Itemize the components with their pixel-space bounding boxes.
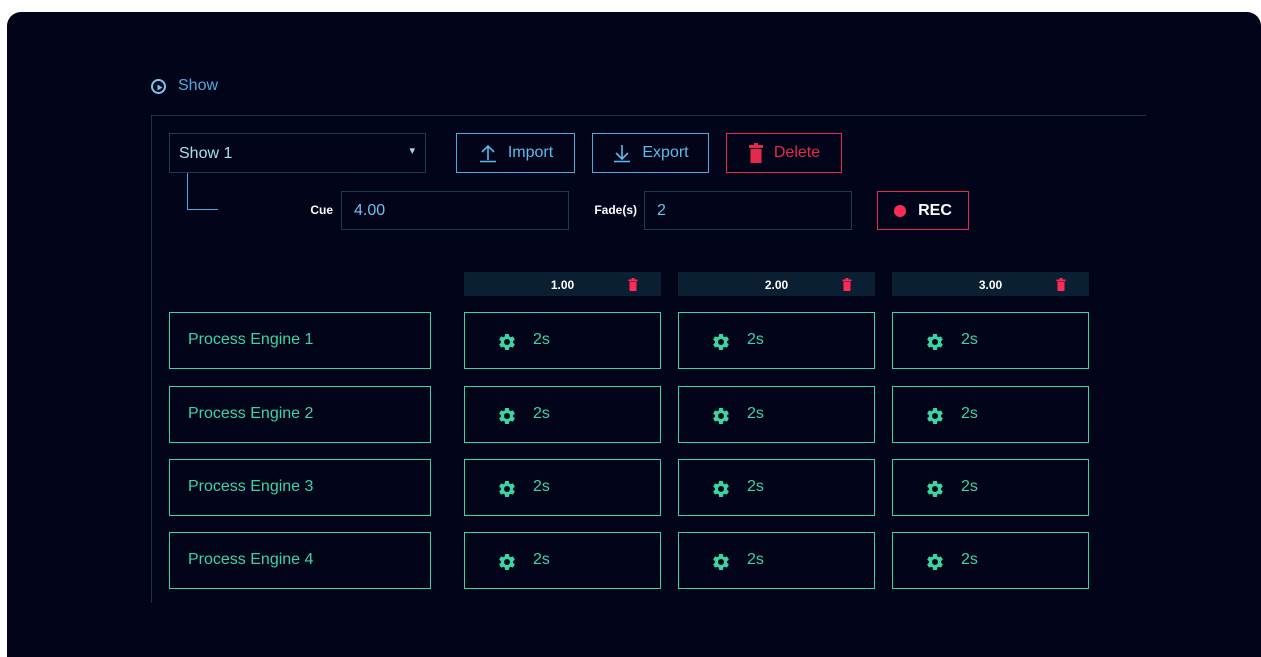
gear-icon [711,406,731,431]
engine-row-label[interactable]: Process Engine 2 [169,386,431,443]
gear-icon [497,406,517,431]
import-label: Import [507,144,554,161]
fade-time: 2s [961,551,978,568]
fade-time: 2s [961,478,978,495]
trash-icon[interactable] [842,278,852,291]
show-select[interactable]: Show 1 ▾ [169,133,426,173]
fade-label: Fade(s) [594,203,637,217]
gear-icon [497,479,517,504]
gear-icon [711,332,731,357]
engine-cue-cell[interactable]: 2s [892,459,1089,516]
engine-cue-cell[interactable]: 2s [892,386,1089,443]
cue-label: Cue [310,203,333,217]
engine-cue-cell[interactable]: 2s [678,312,875,369]
gear-icon [497,332,517,357]
fade-time: 2s [533,331,550,348]
fade-time: 2s [533,551,550,568]
fade-time: 2s [747,478,764,495]
record-dot-icon [894,204,907,217]
upload-icon [479,144,496,163]
engine-cue-cell[interactable]: 2s [464,386,661,443]
engine-cue-cell[interactable]: 2s [892,532,1089,589]
engine-cue-cell[interactable]: 2s [464,312,661,369]
rec-button[interactable]: REC [877,191,969,230]
fade-time: 2s [747,551,764,568]
gear-icon [925,552,945,577]
fade-time: 2s [961,405,978,422]
export-button[interactable]: Export [592,133,709,173]
delete-button[interactable]: Delete [726,133,842,173]
trash-icon[interactable] [1056,278,1066,291]
frame-top-border [151,115,1146,116]
engine-row-label[interactable]: Process Engine 4 [169,532,431,589]
engine-cue-cell[interactable]: 2s [892,312,1089,369]
engine-cue-cell[interactable]: 2s [464,459,661,516]
play-circle-icon[interactable] [151,79,166,94]
section-title[interactable]: Show [178,77,218,95]
fade-time: 2s [533,405,550,422]
cue-column-header: 2.00 [678,272,875,296]
export-label: Export [642,144,689,161]
engine-cue-cell[interactable]: 2s [464,532,661,589]
chevron-down-icon: ▾ [409,145,415,157]
trash-icon[interactable] [628,278,638,291]
rec-label: REC [918,201,952,219]
gear-icon [711,479,731,504]
engine-row-label[interactable]: Process Engine 1 [169,312,431,369]
engine-cue-cell[interactable]: 2s [678,459,875,516]
tree-connector-vertical [187,173,188,210]
cue-column-header: 1.00 [464,272,661,296]
fade-time: 2s [961,331,978,348]
delete-label: Delete [773,144,821,161]
trash-icon [748,143,763,163]
frame-left-border [151,115,152,603]
cue-column-header: 3.00 [892,272,1089,296]
engine-cue-cell[interactable]: 2s [678,386,875,443]
fade-time: 2s [533,478,550,495]
show-select-value: Show 1 [179,145,233,162]
cue-input[interactable]: 4.00 [341,191,569,230]
gear-icon [497,552,517,577]
tree-connector-horizontal [187,209,218,210]
gear-icon [711,552,731,577]
gear-icon [925,406,945,431]
import-button[interactable]: Import [456,133,575,173]
fade-time: 2s [747,405,764,422]
gear-icon [925,479,945,504]
engine-row-label[interactable]: Process Engine 3 [169,459,431,516]
engine-cue-cell[interactable]: 2s [678,532,875,589]
gear-icon [925,332,945,357]
download-icon [614,145,631,163]
fade-input[interactable]: 2 [644,191,852,230]
fade-time: 2s [747,331,764,348]
